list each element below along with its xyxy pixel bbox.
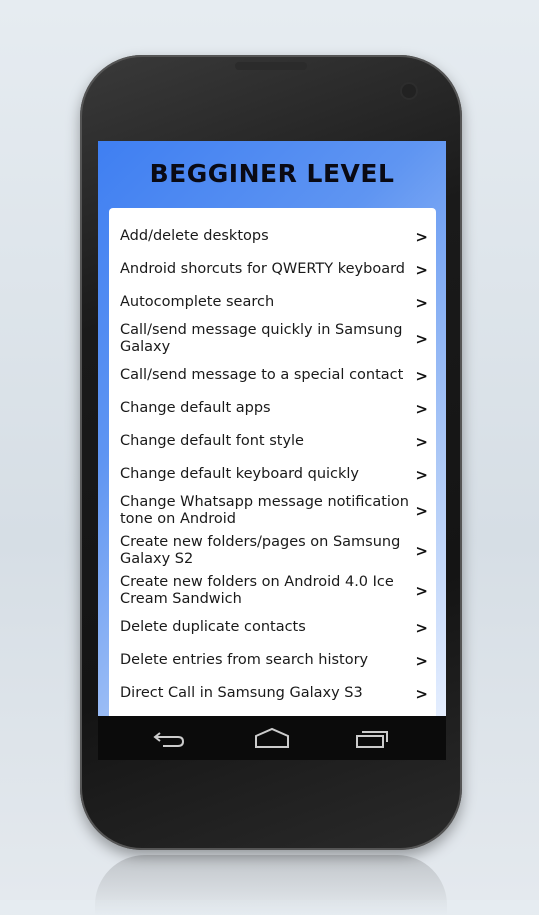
chevron-right-icon: > (415, 260, 428, 279)
list-item-label: Autocomplete search (120, 294, 275, 310)
phone-reflection (95, 855, 447, 915)
chevron-right-icon: > (415, 227, 428, 246)
recent-apps-icon (356, 731, 388, 748)
back-icon (153, 732, 185, 747)
back-button[interactable] (150, 726, 190, 750)
list-item-label: Create new folders/pages on Samsung Gala… (120, 534, 401, 567)
screen: BEGGINER LEVEL Add/delete desktops > Andro… (98, 141, 446, 716)
chevron-right-icon: > (415, 366, 428, 385)
list-item[interactable]: Change default keyboard quickly > (109, 458, 436, 491)
list-item[interactable]: Call/send message quickly in Samsung Gal… (109, 319, 436, 359)
chevron-right-icon: > (415, 465, 428, 484)
chevron-right-icon: > (415, 502, 428, 520)
chevron-right-icon: > (415, 618, 428, 637)
list-item[interactable]: Android shorcuts for QWERTY keyboard > (109, 253, 436, 286)
chevron-right-icon: > (415, 399, 428, 418)
list-item-label: Android shorcuts for QWERTY keyboard (120, 261, 405, 277)
front-camera (402, 84, 416, 98)
list-item[interactable]: Delete duplicate contacts > (109, 611, 436, 644)
list-item[interactable]: Create new folders/pages on Samsung Gala… (109, 531, 436, 571)
list-item[interactable]: Add/delete desktops > (109, 220, 436, 253)
chevron-right-icon: > (415, 684, 428, 703)
list-item[interactable]: Delete entries from search history > (109, 644, 436, 677)
list-item-label: Change default apps (120, 400, 271, 416)
navigation-bar (98, 716, 446, 760)
home-icon (255, 727, 289, 748)
list-item[interactable]: Change default apps > (109, 392, 436, 425)
list-item-label: Add/delete desktops (120, 228, 269, 244)
chevron-right-icon: > (415, 432, 428, 451)
chevron-right-icon: > (415, 330, 428, 348)
list-item[interactable]: Change Whatsapp message notification ton… (109, 491, 436, 531)
chevron-right-icon: > (415, 542, 428, 560)
chevron-right-icon: > (415, 293, 428, 312)
page-title: BEGGINER LEVEL (149, 159, 395, 188)
list-item-label: Delete duplicate contacts (120, 619, 306, 635)
list-item-label: Change default font style (120, 433, 304, 449)
speaker-grille (235, 62, 307, 70)
home-button[interactable] (252, 726, 292, 750)
list-item[interactable]: Autocomplete search > (109, 286, 436, 319)
list-item[interactable]: Call/send message to a special contact > (109, 359, 436, 392)
chevron-right-icon: > (415, 582, 428, 600)
topic-list: Add/delete desktops > Android shorcuts for… (109, 220, 436, 710)
topic-list-card: Add/delete desktops > Android shorcuts for… (109, 208, 436, 716)
list-item-label: Call/send message quickly in Samsung Gal… (120, 322, 403, 355)
recent-apps-button[interactable] (353, 726, 393, 750)
list-item-label: Call/send message to a special contact (120, 367, 404, 383)
list-item[interactable]: Create new folders on Android 4.0 Ice Cr… (109, 571, 436, 611)
list-item-label: Direct Call in Samsung Galaxy S3 (120, 685, 363, 701)
list-item[interactable]: Change default font style > (109, 425, 436, 458)
chevron-right-icon: > (415, 651, 428, 670)
list-item-label: Change Whatsapp message notification ton… (120, 494, 409, 527)
list-item-label: Delete entries from search history (120, 652, 369, 668)
list-item[interactable]: Direct Call in Samsung Galaxy S3 > (109, 677, 436, 710)
list-item-label: Create new folders on Android 4.0 Ice Cr… (120, 574, 394, 607)
list-item-label: Change default keyboard quickly (120, 466, 360, 482)
